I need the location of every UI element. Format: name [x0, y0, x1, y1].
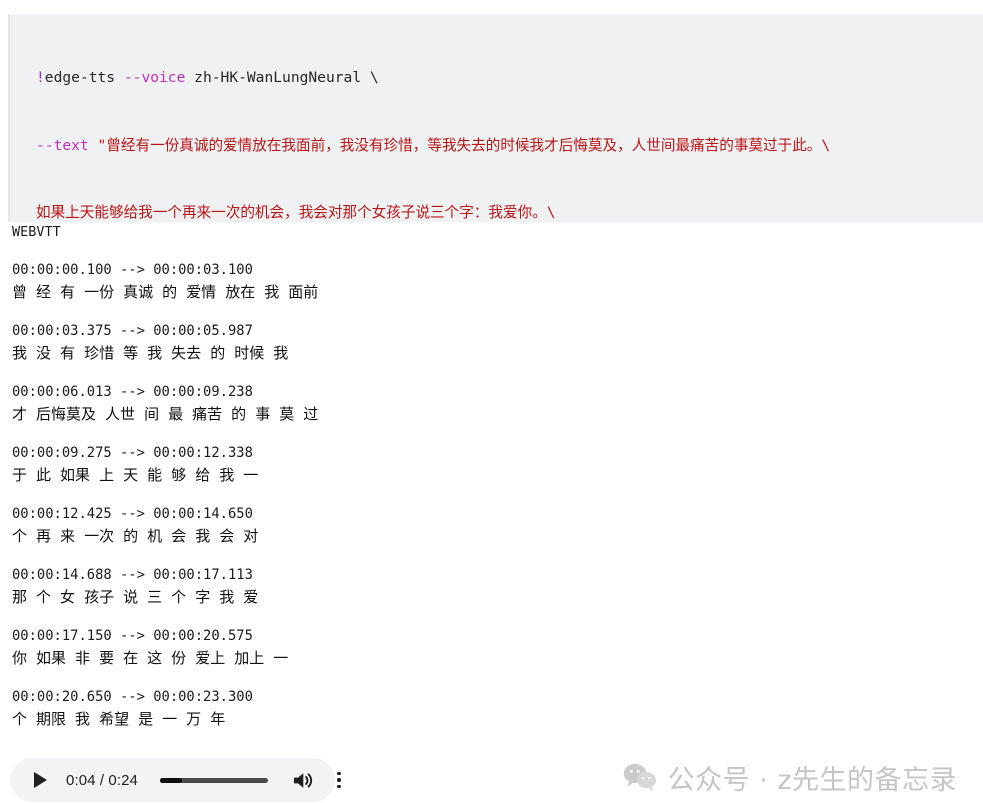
cue-text: 我 没 有 珍惜 等 我 失去 的 时候 我: [12, 342, 983, 364]
cue-spacer: [0, 303, 983, 321]
more-vertical-icon-dot: [337, 778, 341, 782]
code-line: --text "曾经有一份真诚的爱情放在我面前，我没有珍惜，等我失去的时候我才后…: [36, 135, 983, 158]
watermark-text: 公众号 · z先生的备忘录: [668, 758, 957, 797]
cue-spacer: [0, 425, 983, 443]
cue-text: 曾 经 有 一份 真诚 的 爱情 放在 我 面前: [12, 281, 983, 303]
webvtt-cue-list: 00:00:00.100 --> 00:00:03.100曾 经 有 一份 真诚…: [0, 242, 983, 730]
cue-timing: 00:00:14.688 --> 00:00:17.113: [12, 565, 983, 585]
cue-timing: 00:00:09.275 --> 00:00:12.338: [12, 443, 983, 463]
cue-text: 你 如果 非 要 在 这 份 爱上 加上 一: [12, 647, 983, 669]
webvtt-cue: 00:00:12.425 --> 00:00:14.650个 再 来 一次 的 …: [0, 504, 983, 547]
cue-timing: 00:00:17.150 --> 00:00:20.575: [12, 626, 983, 646]
play-button[interactable]: [32, 771, 48, 789]
play-triangle-icon: [34, 772, 47, 788]
cue-spacer: [0, 486, 983, 504]
cue-timing: 00:00:00.100 --> 00:00:03.100: [12, 260, 983, 280]
cue-text: 那 个 女 孩子 说 三 个 字 我 爱: [12, 586, 983, 608]
cue-spacer: [0, 608, 983, 626]
volume-button[interactable]: [292, 770, 314, 790]
audio-player[interactable]: 0:04 / 0:24: [10, 758, 335, 802]
cue-text: 才 后悔莫及 人世 间 最 痛苦 的 事 莫 过: [12, 403, 983, 425]
cue-spacer: [0, 669, 983, 687]
cue-timing: 00:00:06.013 --> 00:00:09.238: [12, 382, 983, 402]
code-token: edge-tts: [45, 69, 124, 86]
wechat-icon: [623, 763, 657, 792]
code-token: 如果上天能够给我一个再来一次的机会，我会对那个女孩子说三个字：我爱你。\: [36, 204, 556, 221]
code-token: --voice: [124, 69, 186, 86]
audio-progress-bar[interactable]: [160, 778, 268, 783]
webvtt-cue: 00:00:17.150 --> 00:00:20.575你 如果 非 要 在 …: [0, 626, 983, 669]
webvtt-cue: 00:00:20.650 --> 00:00:23.300个 期限 我 希望 是…: [0, 687, 983, 730]
more-vertical-icon-dot: [337, 772, 341, 776]
webvtt-header: WEBVTT: [0, 222, 983, 242]
webvtt-cue: 00:00:00.100 --> 00:00:03.100曾 经 有 一份 真诚…: [0, 260, 983, 303]
code-token: !: [36, 69, 45, 86]
cue-timing: 00:00:12.425 --> 00:00:14.650: [12, 504, 983, 524]
cue-timing: 00:00:20.650 --> 00:00:23.300: [12, 687, 983, 707]
webvtt-cue: 00:00:09.275 --> 00:00:12.338于 此 如果 上 天 …: [0, 443, 983, 486]
webvtt-cue: 00:00:06.013 --> 00:00:09.238才 后悔莫及 人世 间…: [0, 382, 983, 425]
cue-text: 于 此 如果 上 天 能 够 给 我 一: [12, 464, 983, 486]
more-options-button[interactable]: [330, 770, 348, 790]
cell-output-area: WEBVTT 00:00:00.100 --> 00:00:03.100曾 经 …: [0, 222, 983, 730]
cue-timing: 00:00:03.375 --> 00:00:05.987: [12, 321, 983, 341]
cue-spacer: [0, 364, 983, 382]
code-token: [89, 137, 98, 154]
webvtt-cue: 00:00:03.375 --> 00:00:05.987我 没 有 珍惜 等 …: [0, 321, 983, 364]
cue-spacer: [0, 242, 983, 260]
cue-text: 个 期限 我 希望 是 一 万 年: [12, 708, 983, 730]
code-line: !edge-tts --voice zh-HK-WanLungNeural \: [36, 67, 983, 90]
code-token: "曾经有一份真诚的爱情放在我面前，我没有珍惜，等我失去的时候我才后悔莫及，人世间…: [98, 137, 831, 154]
volume-on-icon: [292, 771, 314, 790]
code-token: --text: [36, 137, 89, 154]
webvtt-cue: 00:00:14.688 --> 00:00:17.113那 个 女 孩子 说 …: [0, 565, 983, 608]
audio-time-label: 0:04 / 0:24: [66, 772, 138, 789]
cue-text: 个 再 来 一次 的 机 会 我 会 对: [12, 525, 983, 547]
more-vertical-icon-dot: [337, 785, 341, 789]
code-token: zh-HK-WanLungNeural \: [185, 69, 378, 86]
watermark: 公众号 · z先生的备忘录: [623, 755, 957, 799]
audio-progress-fill: [160, 778, 182, 783]
cue-spacer: [0, 547, 983, 565]
